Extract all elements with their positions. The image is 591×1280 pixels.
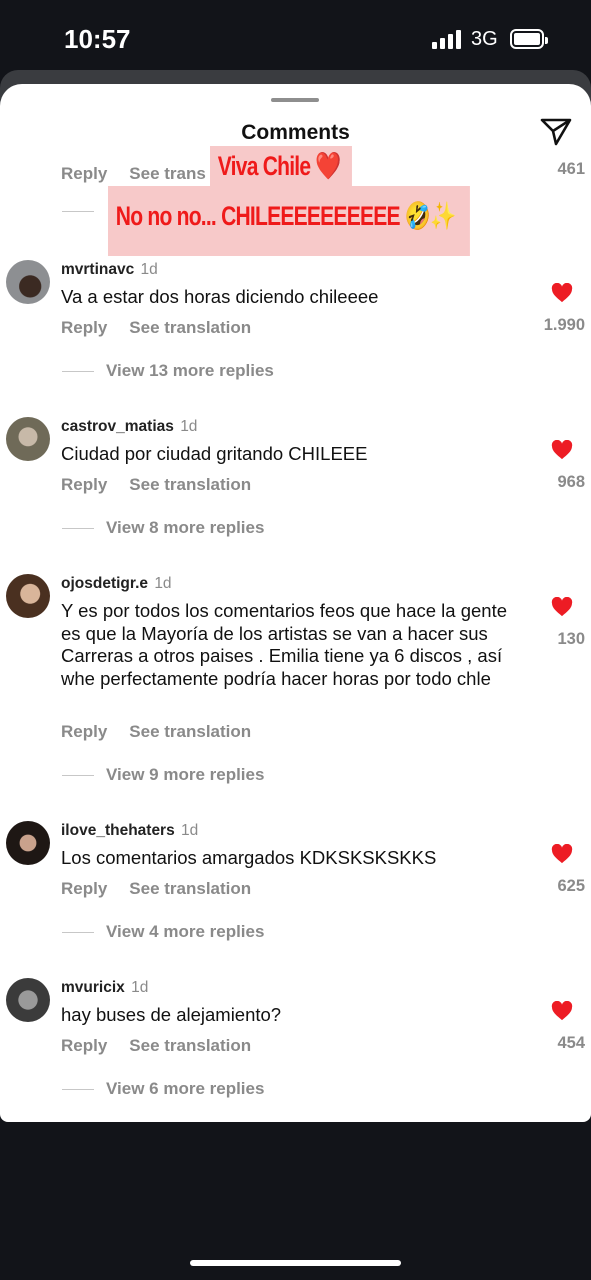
reply-button[interactable]: Reply	[61, 1036, 107, 1055]
avatar[interactable]	[6, 821, 50, 865]
comment-username[interactable]: mvrtinavc 1d	[61, 261, 158, 279]
heart-icon[interactable]	[551, 844, 573, 864]
see-translation-button[interactable]: See trans	[129, 164, 206, 183]
comment-username[interactable]: ojosdetigr.e 1d	[61, 575, 172, 593]
heart-icon[interactable]	[551, 1001, 573, 1021]
comment-text: hay buses de alejamiento?	[61, 1004, 282, 1025]
reply-button[interactable]: Reply	[61, 475, 107, 494]
comment-username[interactable]: castrov_matias 1d	[61, 418, 197, 436]
view-replies-button[interactable]: View 13 more replies	[62, 361, 274, 381]
heart-icon[interactable]	[551, 283, 573, 303]
see-translation-button[interactable]: See translation	[129, 879, 251, 898]
status-bar: 10:57 3G	[0, 0, 591, 70]
avatar[interactable]	[6, 574, 50, 618]
reply-button[interactable]: Reply	[61, 722, 107, 741]
sheet-title: Comments	[241, 121, 350, 144]
comment-actions: Reply See translation	[61, 318, 273, 338]
reply-button[interactable]: Reply	[61, 164, 107, 183]
view-replies-button[interactable]: View 8 more replies	[62, 518, 264, 538]
like-count: 461	[557, 160, 585, 178]
comment-text: Y es por todos los comentarios feos que …	[61, 600, 507, 689]
comment-text: Los comentarios amargados KDKSKSKSKKS	[61, 847, 437, 868]
comment-actions: Reply See translation	[61, 722, 273, 742]
reply-button[interactable]: Reply	[61, 879, 107, 898]
share-icon[interactable]	[540, 116, 572, 146]
text-sticker-chileee: No no no... CHILEEEEEEEEEE 🤣✨	[108, 186, 470, 256]
like-count: 454	[557, 1034, 585, 1052]
like-count: 625	[557, 877, 585, 895]
comment-actions: Reply See translation	[61, 1036, 273, 1056]
see-translation-button[interactable]: See translation	[129, 1036, 251, 1055]
heart-icon[interactable]	[551, 440, 573, 460]
comment-username[interactable]: mvuricix 1d	[61, 979, 148, 997]
comment-text: Va a estar dos horas diciendo chileeee	[61, 286, 379, 307]
view-replies-button[interactable]: View 4 more replies	[62, 922, 264, 942]
avatar[interactable]	[6, 417, 50, 461]
comment-actions: Reply See translation	[61, 879, 273, 899]
replies-divider	[62, 211, 94, 212]
comment-text: Ciudad por ciudad gritando CHILEEE	[61, 443, 368, 464]
home-indicator[interactable]	[190, 1260, 401, 1266]
like-count: 1.990	[543, 316, 585, 334]
status-time: 10:57	[64, 24, 131, 54]
top-comment-actions: Reply See trans	[61, 164, 228, 184]
avatar[interactable]	[6, 260, 50, 304]
network-type: 3G	[471, 28, 498, 50]
text-sticker-viva-chile: Viva Chile ❤️	[210, 146, 352, 186]
see-translation-button[interactable]: See translation	[129, 722, 251, 741]
view-replies-button[interactable]: View 9 more replies	[62, 765, 264, 785]
signal-icon	[432, 29, 462, 49]
comment-actions: Reply See translation	[61, 475, 273, 495]
battery-icon	[510, 29, 548, 49]
like-count: 130	[557, 630, 585, 648]
comment-username[interactable]: ilove_thehaters 1d	[61, 822, 198, 840]
comments-sheet: Comments Reply See trans 461 mvrtinavc 1d…	[0, 84, 591, 1122]
heart-icon[interactable]	[551, 597, 573, 617]
avatar[interactable]	[6, 978, 50, 1022]
see-translation-button[interactable]: See translation	[129, 475, 251, 494]
sheet-grabber[interactable]	[271, 98, 319, 102]
see-translation-button[interactable]: See translation	[129, 318, 251, 337]
reply-button[interactable]: Reply	[61, 318, 107, 337]
like-count: 968	[557, 473, 585, 491]
view-replies-button[interactable]: View 6 more replies	[62, 1079, 264, 1099]
